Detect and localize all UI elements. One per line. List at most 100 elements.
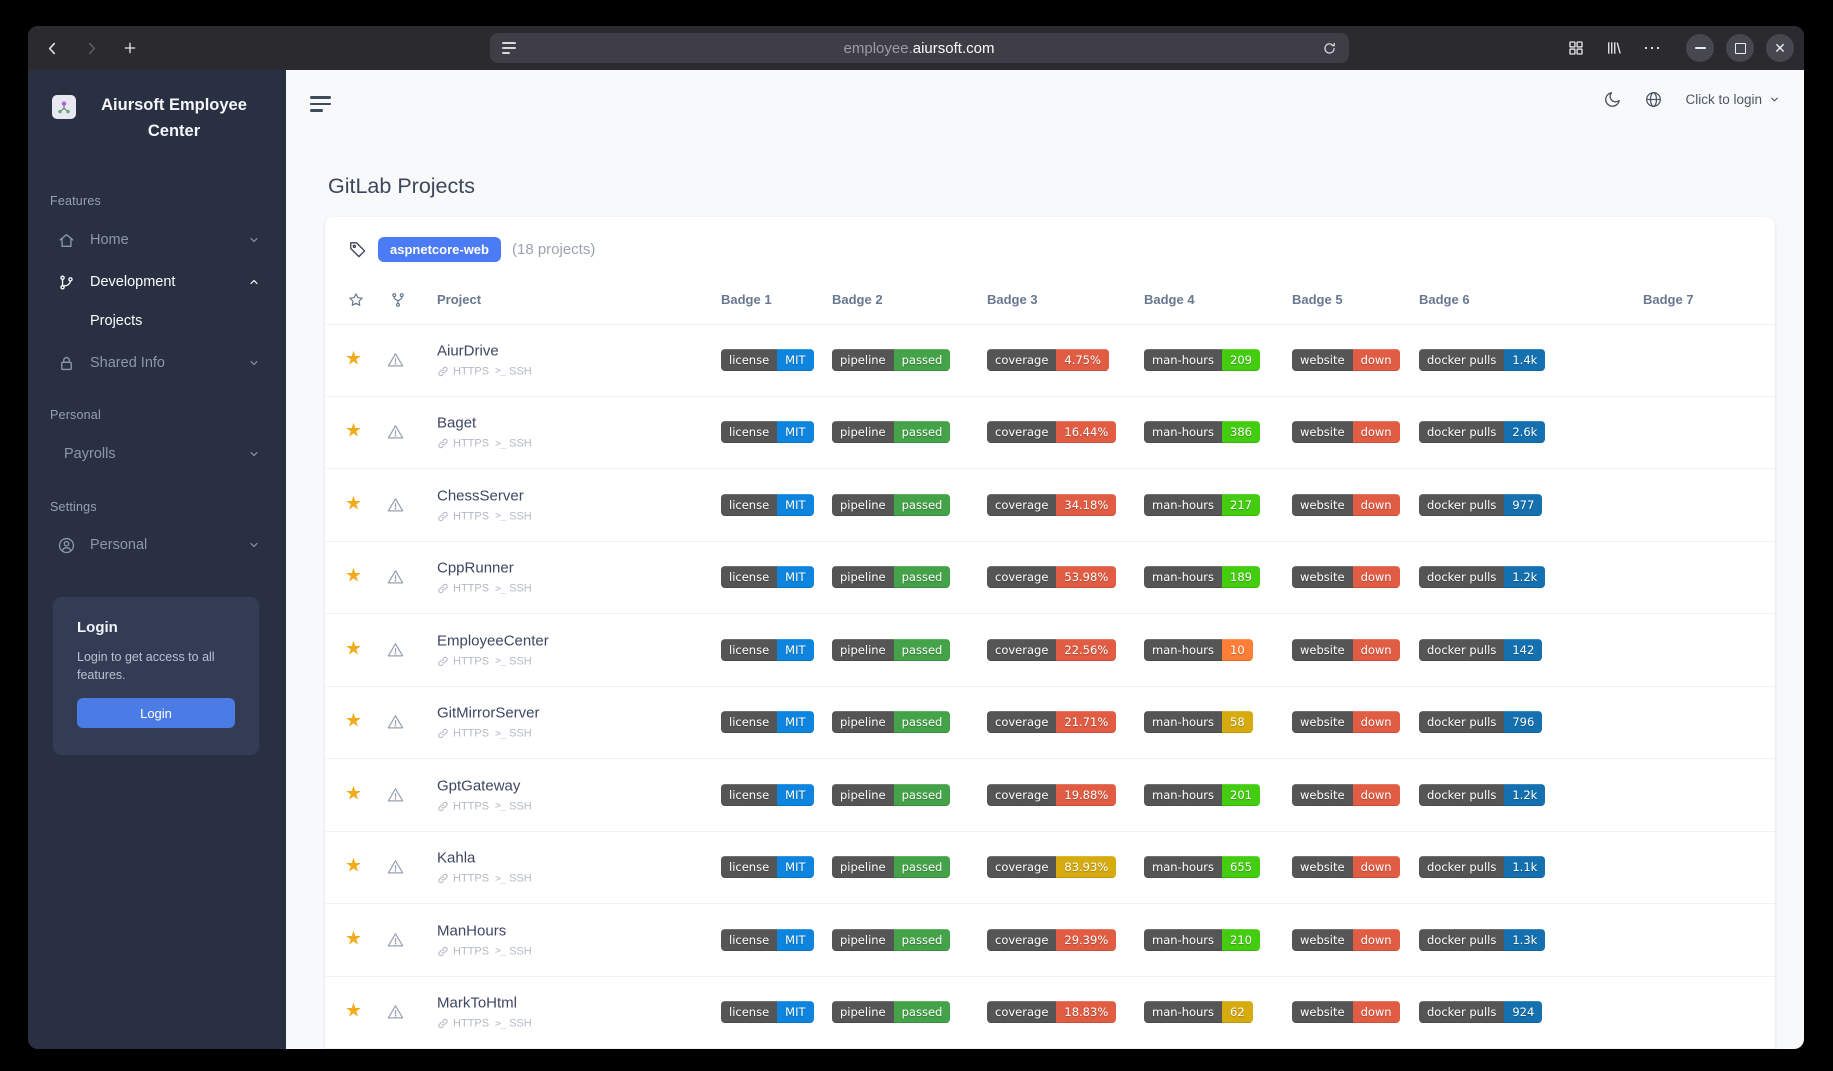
badge-man-hours[interactable]: man-hours655 <box>1144 856 1260 878</box>
tab-overview-icon[interactable] <box>1567 39 1585 57</box>
project-name-link[interactable]: ChessServer <box>437 487 532 504</box>
minimize-button[interactable] <box>1686 34 1714 62</box>
badge-coverage[interactable]: coverage29.39% <box>987 929 1116 951</box>
badge-man-hours[interactable]: man-hours189 <box>1144 566 1260 588</box>
browser-forward-button[interactable] <box>83 40 100 57</box>
project-name-link[interactable]: ManHours <box>437 922 532 939</box>
badge-coverage[interactable]: coverage34.18% <box>987 494 1116 516</box>
star-icon[interactable]: ★ <box>345 347 362 370</box>
badge-website[interactable]: websitedown <box>1292 421 1400 443</box>
star-icon[interactable]: ★ <box>345 710 362 733</box>
star-icon[interactable]: ★ <box>345 420 362 443</box>
badge-license[interactable]: licenseMIT <box>721 1001 814 1023</box>
badge-coverage[interactable]: coverage16.44% <box>987 421 1116 443</box>
badge-pipeline[interactable]: pipelinepassed <box>832 566 950 588</box>
reader-list-icon[interactable] <box>502 42 516 54</box>
alert-triangle-icon[interactable] <box>386 423 405 442</box>
badge-man-hours[interactable]: man-hours210 <box>1144 929 1260 951</box>
ssh-link[interactable]: >_SSH <box>495 510 532 522</box>
badge-website[interactable]: websitedown <box>1292 784 1400 806</box>
badge-pipeline[interactable]: pipelinepassed <box>832 639 950 661</box>
badge-coverage[interactable]: coverage22.56% <box>987 639 1116 661</box>
badge-man-hours[interactable]: man-hours201 <box>1144 784 1260 806</box>
ssh-link[interactable]: >_SSH <box>495 365 532 377</box>
badge-docker-pulls[interactable]: docker pulls1.2k <box>1419 784 1545 806</box>
badge-coverage[interactable]: coverage53.98% <box>987 566 1116 588</box>
project-name-link[interactable]: AiurDrive <box>437 342 532 359</box>
badge-website[interactable]: websitedown <box>1292 639 1400 661</box>
badge-pipeline[interactable]: pipelinepassed <box>832 784 950 806</box>
badge-pipeline[interactable]: pipelinepassed <box>832 1001 950 1023</box>
star-icon[interactable]: ★ <box>345 855 362 878</box>
badge-man-hours[interactable]: man-hours10 <box>1144 639 1253 661</box>
address-bar[interactable]: employee.aiursoft.com <box>490 33 1349 63</box>
badge-coverage[interactable]: coverage21.71% <box>987 711 1116 733</box>
ssh-link[interactable]: >_SSH <box>495 945 532 957</box>
ssh-link[interactable]: >_SSH <box>495 438 532 450</box>
badge-website[interactable]: websitedown <box>1292 1001 1400 1023</box>
badge-man-hours[interactable]: man-hours217 <box>1144 494 1260 516</box>
badge-docker-pulls[interactable]: docker pulls142 <box>1419 639 1542 661</box>
app-logo[interactable]: Aiursoft Employee Center <box>28 92 286 145</box>
badge-pipeline[interactable]: pipelinepassed <box>832 856 950 878</box>
maximize-button[interactable] <box>1726 34 1754 62</box>
https-link[interactable]: HTTPS <box>437 438 489 450</box>
project-name-link[interactable]: Kahla <box>437 850 532 867</box>
tag-pill[interactable]: aspnetcore-web <box>378 237 501 262</box>
click-to-login-button[interactable]: Click to login <box>1685 92 1780 107</box>
badge-license[interactable]: licenseMIT <box>721 421 814 443</box>
hamburger-menu-icon[interactable] <box>310 96 331 112</box>
reload-icon[interactable] <box>1322 41 1337 56</box>
alert-triangle-icon[interactable] <box>386 495 405 514</box>
https-link[interactable]: HTTPS <box>437 510 489 522</box>
project-name-link[interactable]: GptGateway <box>437 777 532 794</box>
badge-website[interactable]: websitedown <box>1292 494 1400 516</box>
badge-license[interactable]: licenseMIT <box>721 856 814 878</box>
alert-triangle-icon[interactable] <box>386 785 405 804</box>
ssh-link[interactable]: >_SSH <box>495 1018 532 1030</box>
alert-triangle-icon[interactable] <box>386 568 405 587</box>
badge-coverage[interactable]: coverage83.93% <box>987 856 1116 878</box>
star-icon[interactable]: ★ <box>345 927 362 950</box>
badge-license[interactable]: licenseMIT <box>721 784 814 806</box>
https-link[interactable]: HTTPS <box>437 945 489 957</box>
badge-docker-pulls[interactable]: docker pulls977 <box>1419 494 1542 516</box>
sidebar-item-home[interactable]: Home <box>28 219 286 261</box>
badge-pipeline[interactable]: pipelinepassed <box>832 494 950 516</box>
badge-docker-pulls[interactable]: docker pulls1.1k <box>1419 856 1545 878</box>
alert-triangle-icon[interactable] <box>386 858 405 877</box>
alert-triangle-icon[interactable] <box>386 930 405 949</box>
badge-website[interactable]: websitedown <box>1292 566 1400 588</box>
badge-coverage[interactable]: coverage4.75% <box>987 349 1109 371</box>
badge-docker-pulls[interactable]: docker pulls924 <box>1419 1001 1542 1023</box>
badge-coverage[interactable]: coverage18.83% <box>987 1001 1116 1023</box>
badge-man-hours[interactable]: man-hours209 <box>1144 349 1260 371</box>
more-menu-icon[interactable]: ⋯ <box>1643 38 1662 59</box>
project-name-link[interactable]: EmployeeCenter <box>437 632 549 649</box>
badge-website[interactable]: websitedown <box>1292 711 1400 733</box>
https-link[interactable]: HTTPS <box>437 583 489 595</box>
badge-coverage[interactable]: coverage19.88% <box>987 784 1116 806</box>
badge-pipeline[interactable]: pipelinepassed <box>832 421 950 443</box>
badge-docker-pulls[interactable]: docker pulls1.2k <box>1419 566 1545 588</box>
badge-docker-pulls[interactable]: docker pulls1.4k <box>1419 349 1545 371</box>
badge-license[interactable]: licenseMIT <box>721 566 814 588</box>
https-link[interactable]: HTTPS <box>437 800 489 812</box>
badge-man-hours[interactable]: man-hours386 <box>1144 421 1260 443</box>
sidebar-item-personal-settings[interactable]: Personal <box>28 524 286 566</box>
sidebar-item-development[interactable]: Development <box>28 261 286 303</box>
https-link[interactable]: HTTPS <box>437 365 489 377</box>
project-name-link[interactable]: CppRunner <box>437 560 532 577</box>
badge-website[interactable]: websitedown <box>1292 856 1400 878</box>
badge-license[interactable]: licenseMIT <box>721 494 814 516</box>
browser-back-button[interactable] <box>44 40 61 57</box>
badge-pipeline[interactable]: pipelinepassed <box>832 929 950 951</box>
language-globe-icon[interactable] <box>1644 90 1663 109</box>
new-tab-button[interactable] <box>122 40 138 56</box>
star-icon[interactable]: ★ <box>345 1000 362 1023</box>
sidebar-item-payrolls[interactable]: Payrolls <box>28 433 286 475</box>
project-name-link[interactable]: GitMirrorServer <box>437 705 540 722</box>
star-icon[interactable]: ★ <box>345 565 362 588</box>
dark-mode-moon-icon[interactable] <box>1603 90 1622 109</box>
badge-license[interactable]: licenseMIT <box>721 929 814 951</box>
